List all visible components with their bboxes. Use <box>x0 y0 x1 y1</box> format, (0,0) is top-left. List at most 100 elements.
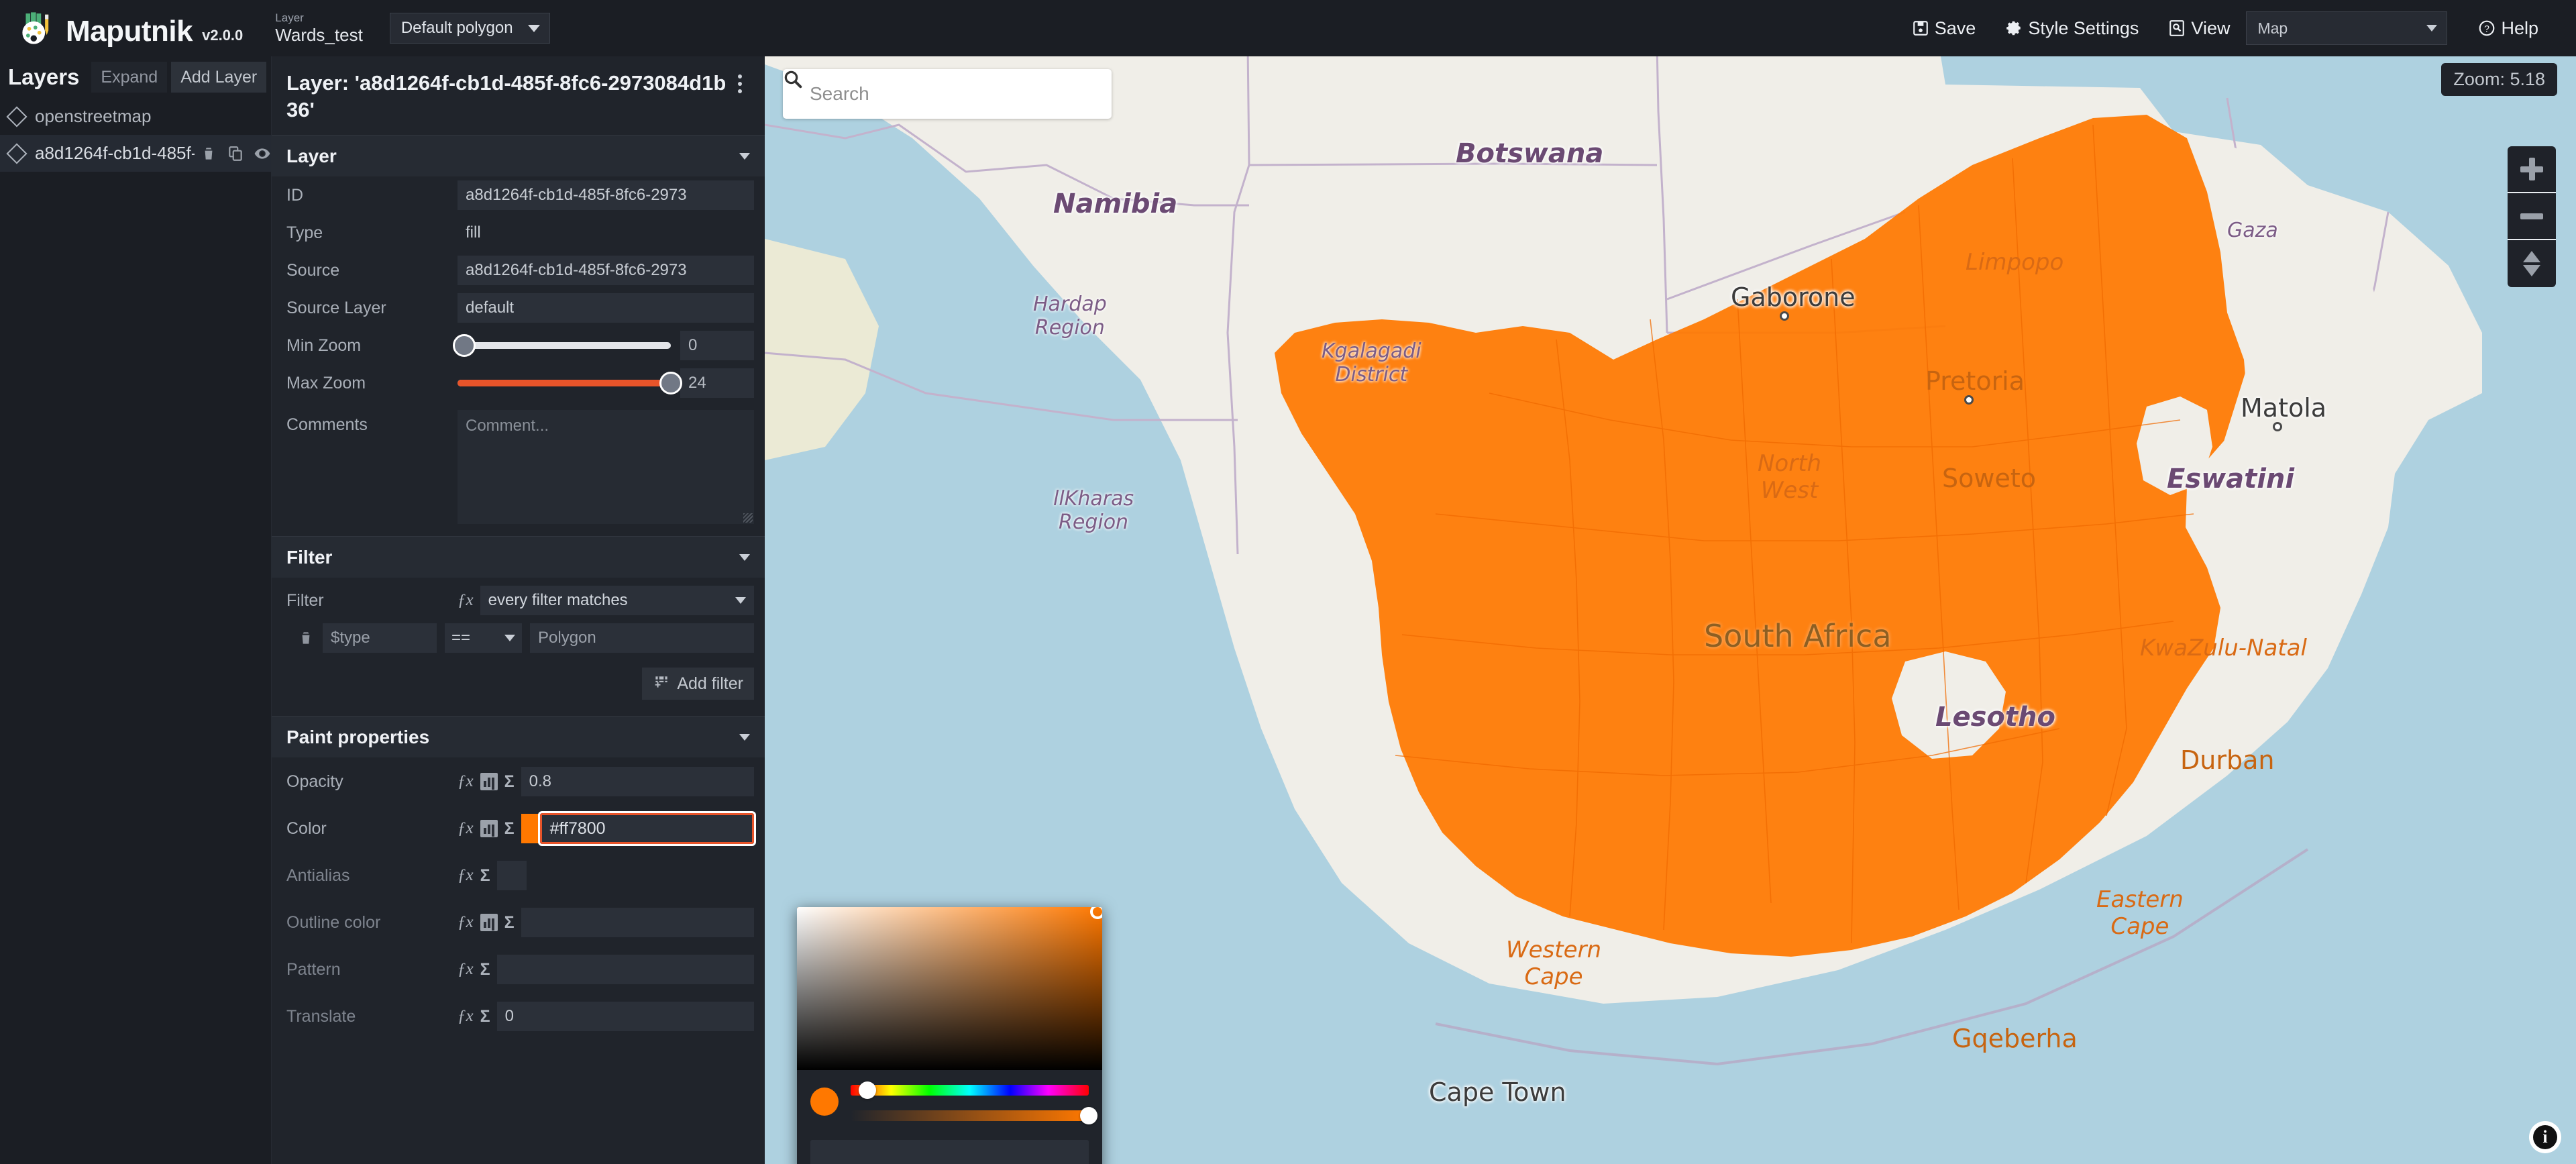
zoom-out-button[interactable] <box>2508 193 2556 240</box>
section-header-paint[interactable]: Paint properties <box>272 716 765 758</box>
layers-title: Layers <box>8 64 80 89</box>
field-label: Min Zoom <box>286 335 362 355</box>
fx-icon[interactable]: ƒx <box>458 1007 474 1026</box>
layer-list-item-selected[interactable]: a8d1264f-cb1d-485f- <box>0 135 271 172</box>
field-label: Type <box>286 223 323 242</box>
filter-operator-select[interactable]: == <box>445 623 522 653</box>
hue-slider[interactable] <box>851 1081 1089 1099</box>
kebab-menu-icon[interactable] <box>730 72 750 95</box>
map-zoom-controls <box>2508 146 2556 287</box>
pitch-toggle-button[interactable] <box>2508 240 2556 287</box>
layer-editor-header: Layer: 'a8d1264f-cb1d-485f-8fc6-2973084d… <box>272 56 765 135</box>
paint-row-color: Color ƒx Σ #ff7800 <box>272 810 765 847</box>
fx-icon[interactable]: ƒx <box>458 960 474 979</box>
outline-color-input[interactable] <box>521 908 754 938</box>
fx-icon[interactable]: ƒx <box>458 819 474 838</box>
palette-brush-icon <box>20 10 56 46</box>
sigma-icon[interactable]: Σ <box>480 1007 490 1026</box>
fx-icon[interactable]: ƒx <box>458 866 474 885</box>
copy-icon[interactable] <box>227 145 244 162</box>
field-row-source: Source a8d1264f-cb1d-485f-8fc6-2973 <box>272 252 765 289</box>
style-settings-button[interactable]: Style Settings <box>1990 9 2153 47</box>
trash-icon[interactable] <box>297 628 315 648</box>
color-sliders <box>851 1081 1097 1124</box>
filter-value-input[interactable]: Polygon <box>530 623 754 653</box>
add-filter-label: Add filter <box>677 674 743 693</box>
source-layer-input[interactable]: default <box>458 293 754 323</box>
field-row-id: ID a8d1264f-cb1d-485f-8fc6-2973 <box>272 176 765 214</box>
view-button[interactable]: View <box>2153 9 2245 47</box>
hue-slider-handle[interactable] <box>858 1081 876 1099</box>
min-zoom-slider[interactable] <box>452 334 671 358</box>
layer-editor-panel: Layer: 'a8d1264f-cb1d-485f-8fc6-2973084d… <box>271 56 765 1164</box>
saturation-value-area[interactable] <box>797 907 1102 1070</box>
max-zoom-slider[interactable] <box>458 372 682 395</box>
min-zoom-value[interactable]: 0 <box>680 331 754 361</box>
field-label: Outline color <box>286 912 381 932</box>
alpha-slider-handle[interactable] <box>1080 1107 1097 1124</box>
field-label: Source Layer <box>286 298 386 317</box>
maputnik-app: Maputnik v2.0.0 Layer Wards_test Default… <box>0 0 2576 1164</box>
opacity-input[interactable]: 0.8 <box>521 767 754 797</box>
color-picker-popover[interactable] <box>797 907 1102 1164</box>
field-row-type: Type fill <box>272 214 765 252</box>
map-search-icon <box>2168 19 2186 37</box>
layers-sidebar: Layers Expand Add Layer openstreetmap a8… <box>0 56 271 1164</box>
map-search-box[interactable]: Search <box>783 69 1112 119</box>
expand-layers-button[interactable]: Expand <box>91 62 168 93</box>
section-header-layer[interactable]: Layer <box>272 135 765 177</box>
fx-icon[interactable]: ƒx <box>458 591 474 610</box>
view-mode-select[interactable]: Map <box>2246 11 2448 45</box>
field-row-comments: Comments Comment... <box>272 402 765 536</box>
alpha-slider[interactable] <box>851 1107 1097 1124</box>
save-label: Save <box>1934 17 1976 38</box>
color-controls: ƒx Σ <box>458 819 515 839</box>
app-brand: Maputnik v2.0.0 <box>0 10 243 46</box>
color-picker-body <box>797 1070 1102 1124</box>
chart-icon[interactable] <box>480 914 498 932</box>
chart-icon[interactable] <box>480 820 498 838</box>
sigma-icon[interactable]: Σ <box>480 866 490 886</box>
layer-list-item-openstreetmap[interactable]: openstreetmap <box>0 98 271 135</box>
max-zoom-value[interactable]: 24 <box>680 368 754 399</box>
sigma-icon[interactable]: Σ <box>480 960 490 980</box>
city-dot-pretoria <box>1964 395 1974 405</box>
outline-color-controls: ƒx Σ <box>458 913 515 933</box>
style-preset-select[interactable]: Default polygon <box>389 13 550 44</box>
filter-operator-value: == <box>451 629 471 647</box>
sigma-icon[interactable]: Σ <box>504 772 515 792</box>
pattern-input[interactable] <box>496 955 754 985</box>
fx-icon[interactable]: ƒx <box>458 772 474 791</box>
trash-icon[interactable] <box>200 145 217 162</box>
source-input[interactable]: a8d1264f-cb1d-485f-8fc6-2973 <box>458 256 754 286</box>
help-button[interactable]: ? Help <box>2463 9 2553 47</box>
add-layer-button[interactable]: Add Layer <box>171 62 267 93</box>
sigma-icon[interactable]: Σ <box>504 913 515 933</box>
id-input[interactable]: a8d1264f-cb1d-485f-8fc6-2973 <box>458 180 754 211</box>
opacity-controls: ƒx Σ <box>458 772 515 792</box>
add-filter-button[interactable]: Add filter <box>642 668 754 700</box>
section-header-filter[interactable]: Filter <box>272 536 765 578</box>
antialias-checkbox[interactable] <box>496 861 527 891</box>
filter-combiner-select[interactable]: every filter matches <box>480 586 754 616</box>
translate-input[interactable]: 0 <box>496 1002 754 1032</box>
zoom-in-button[interactable] <box>2508 146 2556 193</box>
save-button[interactable]: Save <box>1897 9 1991 47</box>
comments-textarea[interactable]: Comment... <box>458 410 754 525</box>
color-swatch[interactable] <box>521 814 539 844</box>
chevron-down-icon <box>739 733 750 741</box>
save-disk-icon <box>1912 19 1929 37</box>
attribution-button[interactable]: i <box>2529 1121 2561 1153</box>
filter-rule-row: $type == Polygon <box>272 615 765 653</box>
paint-row-pattern: Pattern ƒx Σ <box>272 951 765 988</box>
color-picker-footer-field[interactable] <box>810 1140 1089 1164</box>
fx-icon[interactable]: ƒx <box>458 913 474 932</box>
chart-icon[interactable] <box>480 773 498 791</box>
eye-icon[interactable] <box>254 145 271 162</box>
sigma-icon[interactable]: Σ <box>504 819 515 839</box>
filter-key-input[interactable]: $type <box>323 623 437 653</box>
gear-icon <box>2005 19 2023 37</box>
min-zoom-control: 0 <box>452 331 754 361</box>
plus-icon <box>2520 158 2543 180</box>
color-input[interactable]: #ff7800 <box>537 811 757 847</box>
